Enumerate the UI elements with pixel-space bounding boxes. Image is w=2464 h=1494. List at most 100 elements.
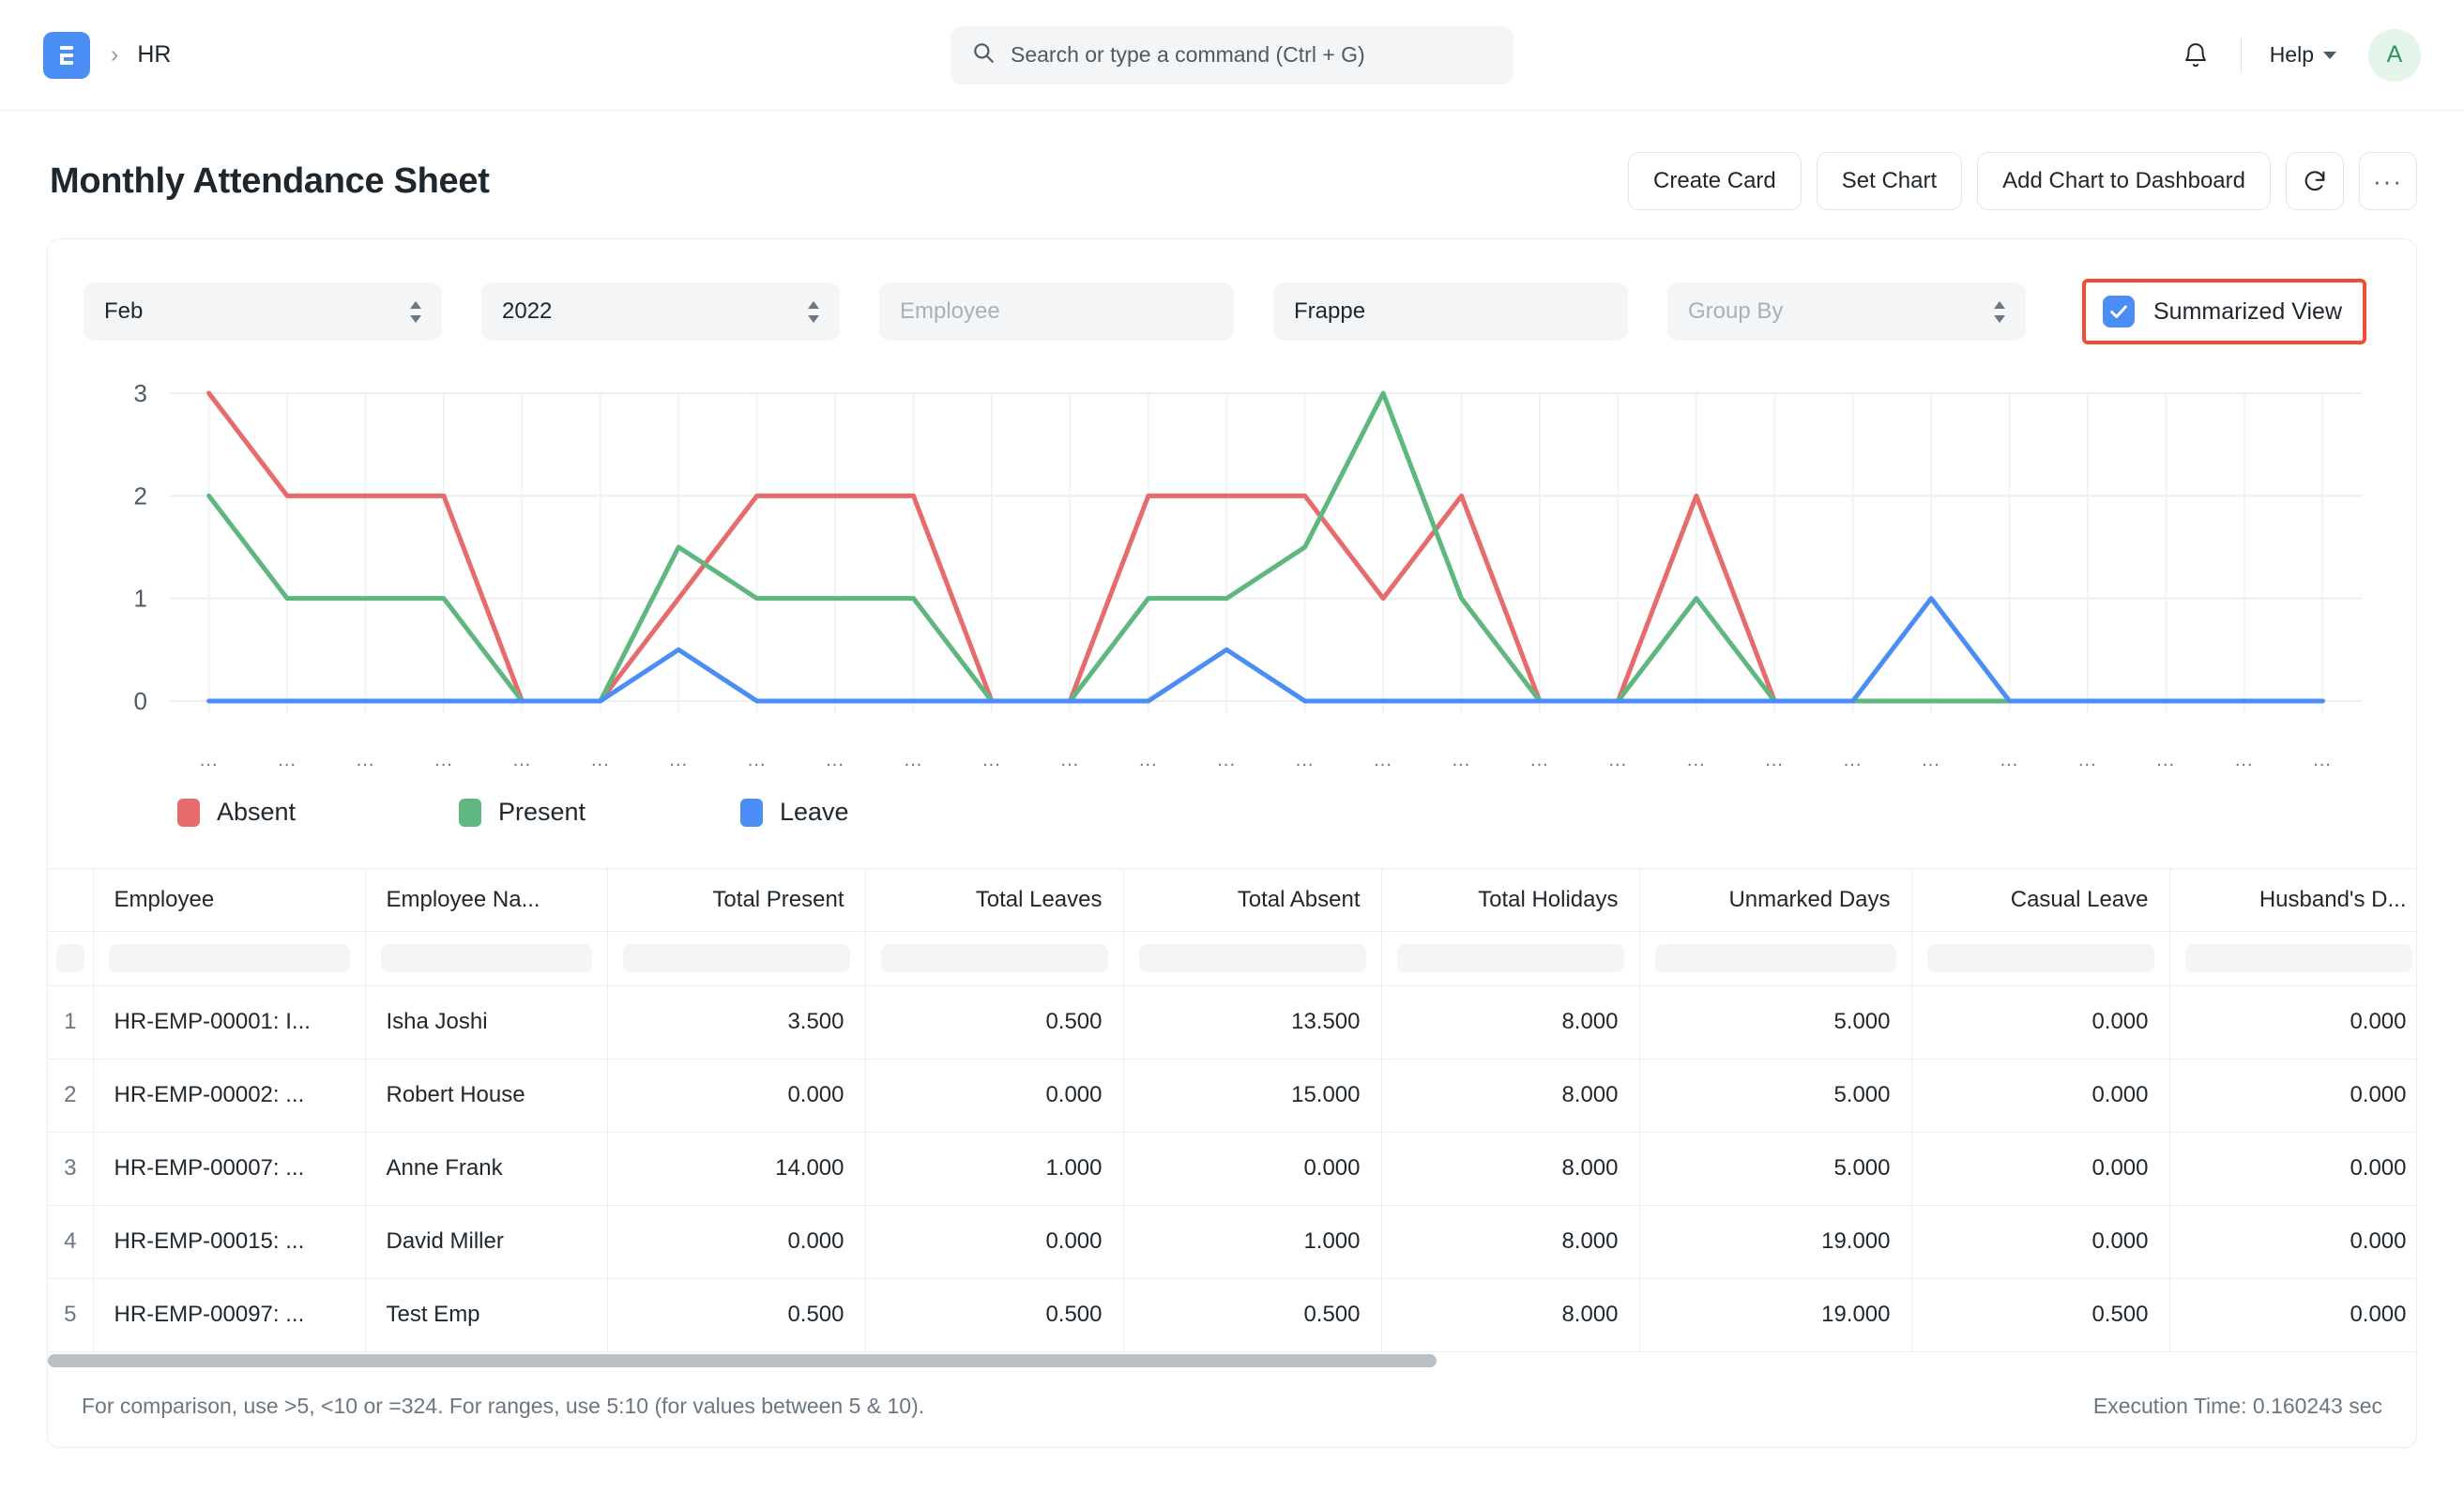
table-cell[interactable]: 0.000 [865,1205,1123,1278]
column-filter-total-present[interactable] [607,931,865,985]
column-filter-total-holidays[interactable] [1381,931,1639,985]
table-cell[interactable]: 8.000 [1381,1205,1639,1278]
table-cell[interactable]: 0.000 [2169,1059,2417,1132]
filter-month[interactable]: Feb [84,282,442,341]
chart-x-tick-label: ... [561,750,639,771]
set-chart-button[interactable]: Set Chart [1817,152,1962,210]
add-chart-to-dashboard-button[interactable]: Add Chart to Dashboard [1977,152,2271,210]
table-row[interactable]: 5HR-EMP-00097: ...Test Emp0.5000.5000.50… [48,1278,2417,1351]
table-cell[interactable]: HR-EMP-00097: ... [93,1278,365,1351]
filter-group-by[interactable]: Group By [1667,282,2026,341]
table-cell[interactable]: 0.500 [865,1278,1123,1351]
table-cell[interactable]: 0.000 [607,1205,865,1278]
table-cell[interactable]: 8.000 [1381,1132,1639,1205]
summarized-view-label[interactable]: Summarized View [2153,298,2342,326]
table-cell[interactable]: Test Emp [365,1278,607,1351]
erpnext-logo-icon[interactable] [43,32,90,79]
bell-icon[interactable] [2169,29,2222,82]
avatar[interactable]: A [2368,29,2421,82]
chevron-updown-icon[interactable] [808,301,819,323]
report-filters: Feb 2022 Employee Frappe Group By [48,239,2416,374]
table-cell[interactable]: 0.500 [1911,1278,2169,1351]
filter-employee-input[interactable]: Employee [900,298,1000,325]
table-cell[interactable]: 0.000 [1911,1205,2169,1278]
column-filter-employee-name[interactable] [365,931,607,985]
table-cell[interactable]: HR-EMP-00002: ... [93,1059,365,1132]
table-cell[interactable]: 1.000 [865,1132,1123,1205]
table-cell[interactable]: 8.000 [1381,1278,1639,1351]
table-cell[interactable]: 19.000 [1639,1205,1911,1278]
table-cell[interactable]: 0.000 [2169,1278,2417,1351]
table-cell[interactable]: HR-EMP-00007: ... [93,1132,365,1205]
table-cell[interactable]: 5.000 [1639,985,1911,1059]
refresh-icon[interactable] [2286,152,2344,210]
table-cell[interactable]: 0.000 [1123,1132,1381,1205]
table-cell[interactable]: 5.000 [1639,1132,1911,1205]
table-header-total-leaves[interactable]: Total Leaves [865,869,1123,931]
table-cell[interactable]: 0.000 [2169,1205,2417,1278]
column-filter-total-absent[interactable] [1123,931,1381,985]
table-scrollbar-thumb[interactable] [48,1354,1437,1367]
filter-company[interactable]: Frappe [1273,282,1628,341]
table-cell[interactable]: 0.500 [607,1278,865,1351]
table-cell[interactable]: 19.000 [1639,1278,1911,1351]
table-cell[interactable]: 8.000 [1381,985,1639,1059]
table-header-total-holidays[interactable]: Total Holidays [1381,869,1639,931]
legend-item-absent[interactable]: Absent [177,798,459,827]
table-cell[interactable]: 0.500 [1123,1278,1381,1351]
column-filter-husbands-day[interactable] [2169,931,2417,985]
table-row[interactable]: 3HR-EMP-00007: ...Anne Frank14.0001.0000… [48,1132,2417,1205]
table-cell[interactable]: 15.000 [1123,1059,1381,1132]
table-cell[interactable]: 0.000 [1911,1059,2169,1132]
table-header-employee-name[interactable]: Employee Na... [365,869,607,931]
column-filter-casual-leave[interactable] [1911,931,2169,985]
table-cell[interactable]: 0.000 [607,1059,865,1132]
table-cell[interactable]: 0.000 [2169,1132,2417,1205]
table-cell[interactable]: 8.000 [1381,1059,1639,1132]
table-cell[interactable]: 5.000 [1639,1059,1911,1132]
table-horizontal-scrollbar[interactable] [48,1352,2416,1369]
global-search-box[interactable]: Search or type a command (Ctrl + G) [951,26,1513,84]
table-row[interactable]: 2HR-EMP-00002: ...Robert House0.0000.000… [48,1059,2417,1132]
table-header-casual-leave[interactable]: Casual Leave [1911,869,2169,931]
table-cell[interactable]: HR-EMP-00015: ... [93,1205,365,1278]
chart-x-tick-label: ... [327,750,404,771]
table-cell[interactable]: HR-EMP-00001: I... [93,985,365,1059]
table-cell[interactable]: 0.500 [865,985,1123,1059]
table-header-husbands-day[interactable]: Husband's D... [2169,869,2417,931]
table-cell[interactable]: 1.000 [1123,1205,1381,1278]
table-cell[interactable]: Robert House [365,1059,607,1132]
filter-year[interactable]: 2022 [481,282,840,341]
chevron-updown-icon[interactable] [410,301,421,323]
column-filter-total-leaves[interactable] [865,931,1123,985]
create-card-button[interactable]: Create Card [1628,152,1802,210]
table-cell[interactable]: 0.000 [865,1059,1123,1132]
column-filter-unmarked-days[interactable] [1639,931,1911,985]
column-filter-index[interactable] [48,931,93,985]
table-cell[interactable]: 0.000 [1911,985,2169,1059]
table-row[interactable]: 4HR-EMP-00015: ...David Miller0.0000.000… [48,1205,2417,1278]
table-cell[interactable]: David Miller [365,1205,607,1278]
table-header-total-present[interactable]: Total Present [607,869,865,931]
help-menu-button[interactable]: Help [2260,35,2346,75]
table-cell[interactable]: 0.000 [1911,1132,2169,1205]
table-cell[interactable]: 13.500 [1123,985,1381,1059]
summarized-view-checkbox[interactable] [2103,296,2135,328]
table-header-total-absent[interactable]: Total Absent [1123,869,1381,931]
table-cell[interactable]: Anne Frank [365,1132,607,1205]
column-filter-employee[interactable] [93,931,365,985]
ellipsis-icon[interactable]: ··· [2359,152,2417,210]
table-cell[interactable]: Isha Joshi [365,985,607,1059]
table-header-employee[interactable]: Employee [93,869,365,931]
table-row[interactable]: 1HR-EMP-00001: I...Isha Joshi3.5000.5001… [48,985,2417,1059]
legend-item-present[interactable]: Present [459,798,740,827]
filter-employee[interactable]: Employee [879,282,1234,341]
table-cell[interactable]: 3.500 [607,985,865,1059]
table-cell[interactable]: 14.000 [607,1132,865,1205]
legend-item-leave[interactable]: Leave [740,798,1022,827]
chevron-updown-icon[interactable] [1994,301,2005,323]
breadcrumb-item-hr[interactable]: HR [137,41,171,69]
table-header-unmarked-days[interactable]: Unmarked Days [1639,869,1911,931]
search-input[interactable]: Search or type a command (Ctrl + G) [1011,42,1365,68]
table-cell[interactable]: 0.000 [2169,985,2417,1059]
